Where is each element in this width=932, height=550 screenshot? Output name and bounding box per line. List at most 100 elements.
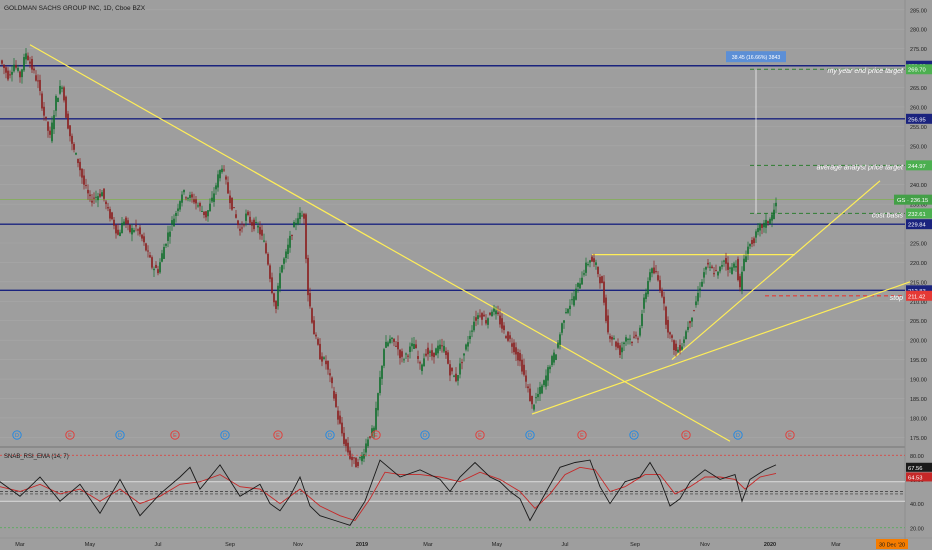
- candle-body: [349, 450, 351, 459]
- candle-body: [531, 395, 533, 405]
- price-tick-label: 285.00: [910, 8, 927, 14]
- candle-body: [661, 289, 663, 297]
- time-tick-label: Jul: [561, 542, 568, 548]
- candle-body: [15, 64, 17, 68]
- candle-body: [547, 367, 549, 381]
- candle-body: [377, 393, 379, 411]
- level-price-label: 256.95: [908, 117, 926, 123]
- time-tick-label: May: [492, 542, 503, 548]
- candle-body: [625, 337, 627, 342]
- candle-body: [223, 169, 225, 171]
- candle-body: [101, 192, 103, 197]
- candle-body: [207, 210, 209, 217]
- price-tick-label: 200.00: [910, 339, 927, 345]
- event-marker-label: E: [173, 433, 177, 439]
- event-marker-label: E: [788, 433, 792, 439]
- event-marker-label: E: [684, 433, 688, 439]
- candle-body: [209, 203, 211, 212]
- candle-body: [365, 443, 367, 453]
- candle-body: [7, 70, 9, 80]
- candle-body: [339, 415, 341, 424]
- candle-body: [109, 209, 111, 219]
- candle-body: [237, 220, 239, 226]
- level-price-label: 229.84: [908, 223, 927, 229]
- target-price-label: 232.61: [908, 212, 926, 218]
- candle-body: [579, 283, 581, 289]
- candle-body: [255, 222, 257, 224]
- candle-body: [77, 158, 79, 164]
- candle-body: [417, 356, 419, 359]
- price-tick-label: 185.00: [910, 397, 927, 403]
- candle-body: [711, 266, 713, 269]
- time-tick-label: May: [85, 542, 96, 548]
- candle-body: [157, 269, 159, 274]
- candle-body: [297, 218, 299, 225]
- candle-body: [471, 330, 473, 332]
- candle-body: [39, 79, 41, 91]
- candle-body: [475, 317, 477, 321]
- candle-body: [343, 432, 345, 444]
- candle-body: [737, 258, 739, 281]
- candle-body: [351, 456, 353, 461]
- candle-body: [569, 305, 571, 310]
- event-marker-label: E: [478, 433, 482, 439]
- candle-body: [165, 243, 167, 246]
- candle-body: [363, 454, 365, 459]
- candle-body: [193, 199, 195, 203]
- candle-body: [141, 234, 143, 239]
- candle-body: [85, 185, 87, 187]
- candle-body: [215, 185, 217, 190]
- candle-body: [713, 273, 715, 275]
- candle-body: [273, 293, 275, 303]
- event-marker-label: E: [68, 433, 72, 439]
- candle-body: [139, 227, 141, 235]
- candle-body: [97, 196, 99, 201]
- candle-body: [333, 390, 335, 399]
- candle-body: [459, 363, 461, 375]
- candle-body: [727, 262, 729, 270]
- candle-body: [513, 342, 515, 353]
- candle-body: [415, 344, 417, 349]
- candle-body: [705, 267, 707, 270]
- candle-body: [201, 210, 203, 212]
- price-chart[interactable]: my year end price target average analyst …: [0, 0, 932, 550]
- candle-body: [9, 74, 11, 76]
- candle-body: [261, 229, 263, 236]
- candle-body: [37, 80, 39, 82]
- candle-body: [43, 106, 45, 116]
- candle-body: [435, 348, 437, 356]
- candle-body: [497, 312, 499, 315]
- price-tick-label: 255.00: [910, 125, 927, 131]
- candle-body: [213, 193, 215, 202]
- candle-body: [747, 246, 749, 254]
- candle-body: [397, 342, 399, 350]
- candle-body: [545, 375, 547, 387]
- candle-body: [643, 297, 645, 309]
- candle-body: [499, 315, 501, 325]
- candle-body: [675, 343, 677, 352]
- candle-body: [119, 232, 121, 237]
- candle-body: [533, 404, 535, 410]
- candle-body: [633, 336, 635, 338]
- candle-body: [125, 217, 127, 224]
- event-marker-label: D: [15, 433, 19, 439]
- candle-body: [83, 175, 85, 185]
- candle-body: [355, 457, 357, 468]
- candle-body: [721, 265, 723, 267]
- candle-body: [205, 211, 207, 218]
- candle-body: [243, 224, 245, 226]
- candle-body: [685, 331, 687, 340]
- candle-body: [51, 122, 53, 142]
- candle-body: [577, 282, 579, 287]
- time-tick-label: Sep: [225, 542, 235, 548]
- candle-body: [495, 310, 497, 315]
- candle-body: [133, 229, 135, 232]
- candle-body: [505, 336, 507, 339]
- candle-body: [161, 253, 163, 262]
- candle-body: [227, 182, 229, 194]
- candle-body: [383, 349, 385, 366]
- candle-body: [11, 71, 13, 75]
- candle-body: [169, 231, 171, 237]
- candle-body: [5, 67, 7, 73]
- candle-body: [279, 273, 281, 289]
